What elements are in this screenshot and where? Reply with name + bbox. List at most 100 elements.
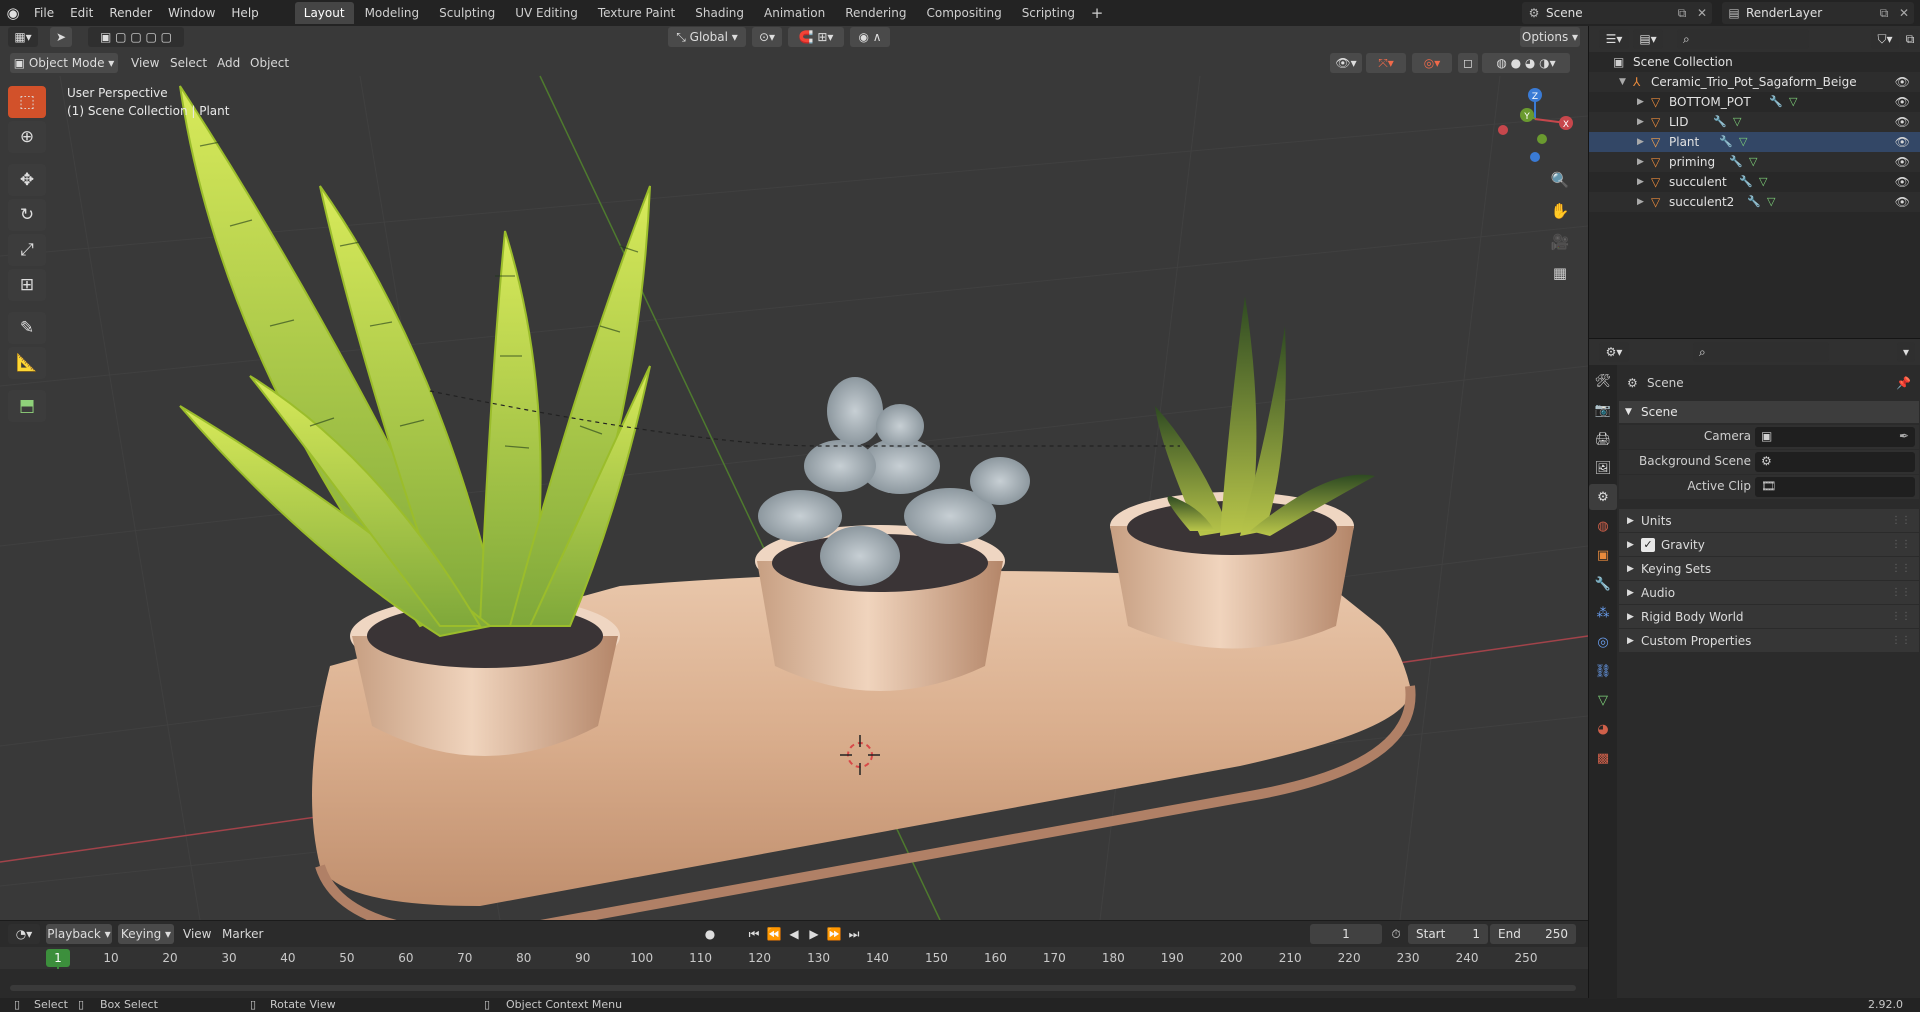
world-tab-icon[interactable]: ◍ <box>1589 513 1617 539</box>
tool-tab-icon[interactable]: 🛠 <box>1589 368 1617 394</box>
modifier-wrench-icon[interactable]: 🔧 <box>1769 92 1783 112</box>
outliner-row-object[interactable]: ▶ ▽ succulent 🔧 ▽ 👁 <box>1589 172 1920 192</box>
eye-icon[interactable]: 👁 <box>1895 172 1910 192</box>
rotate-tool-icon[interactable]: ↻ <box>8 199 46 231</box>
modifier-tab-icon[interactable]: 🔧 <box>1589 571 1617 597</box>
scale-tool-icon[interactable]: ⤢ <box>8 234 46 266</box>
new-view-layer-icon[interactable]: ⧉ <box>1874 6 1894 21</box>
texture-tab-icon[interactable]: ▩ <box>1589 745 1617 771</box>
eye-icon[interactable]: 👁 <box>1895 112 1910 132</box>
menu-file[interactable]: File <box>26 0 62 26</box>
perspective-toggle-icon[interactable]: ▦ <box>1546 259 1574 287</box>
outliner-row-object[interactable]: ▶ ▽ succulent2 🔧 ▽ 👁 <box>1589 192 1920 212</box>
menu-help[interactable]: Help <box>223 0 266 26</box>
output-tab-icon[interactable]: 🖨 <box>1589 426 1617 452</box>
expand-right-icon[interactable]: ▶ <box>1637 192 1644 212</box>
select-box-tool-icon[interactable]: ⬚ <box>8 86 46 118</box>
display-mode-icon[interactable]: ▤▾ <box>1633 29 1663 49</box>
record-icon[interactable]: ● <box>700 924 720 944</box>
drag-handle-icon[interactable]: ⋮⋮ <box>1891 533 1911 557</box>
mesh-data-icon[interactable]: ▽ <box>1733 112 1741 132</box>
tab-uv-editing[interactable]: UV Editing <box>506 2 587 24</box>
prev-keyframe-icon[interactable]: ⏪ <box>764 924 784 944</box>
drag-handle-icon[interactable]: ⋮⋮ <box>1891 581 1911 605</box>
gizmo-toggle-icon[interactable]: ⤧▾ <box>1366 53 1406 73</box>
properties-search-input[interactable]: ⌕ <box>1693 342 1829 362</box>
outliner-editor-type-icon[interactable]: ☰▾ <box>1599 29 1629 49</box>
visibility-icon[interactable]: 👁▾ <box>1330 53 1362 73</box>
drag-handle-icon[interactable]: ⋮⋮ <box>1891 557 1911 581</box>
mode-dropdown[interactable]: ▣ Object Mode ▾ <box>10 53 118 73</box>
scene-tab-icon[interactable]: ⚙ <box>1589 484 1617 510</box>
menu-edit[interactable]: Edit <box>62 0 101 26</box>
custom-properties-subpanel[interactable]: ▶ Custom Properties ⋮⋮ <box>1619 629 1919 653</box>
tab-sculpting[interactable]: Sculpting <box>430 2 504 24</box>
proportional-editing-icon[interactable]: ◉ ∧ <box>850 27 890 47</box>
gravity-checkbox[interactable]: ✓ <box>1641 538 1655 552</box>
preview-range-icon[interactable]: ⏱ <box>1386 924 1406 944</box>
mesh-data-icon[interactable]: ▽ <box>1749 152 1757 172</box>
move-tool-icon[interactable]: ✥ <box>8 164 46 196</box>
audio-subpanel[interactable]: ▶ Audio ⋮⋮ <box>1619 581 1919 605</box>
background-scene-field[interactable]: ⚙ <box>1755 452 1915 472</box>
active-clip-field[interactable]: 🎞 <box>1755 477 1915 497</box>
render-tab-icon[interactable]: 📷 <box>1589 397 1617 423</box>
camera-view-icon[interactable]: 🎥 <box>1546 228 1574 256</box>
editor-type-icon[interactable]: ▦▾ <box>8 27 38 47</box>
shading-mode-icons[interactable]: ◍ ● ◕ ◑▾ <box>1482 53 1570 73</box>
modifier-wrench-icon[interactable]: 🔧 <box>1729 152 1743 172</box>
pan-hand-icon[interactable]: ✋ <box>1546 197 1574 225</box>
end-frame-field[interactable]: End 250 <box>1490 924 1576 944</box>
constraints-tab-icon[interactable]: ⛓ <box>1589 658 1617 684</box>
expand-right-icon[interactable]: ▶ <box>1637 152 1644 172</box>
outliner-row-object[interactable]: ▶ ▽ LID 🔧 ▽ 👁 <box>1589 112 1920 132</box>
start-frame-field[interactable]: Start 1 <box>1408 924 1488 944</box>
current-frame-marker[interactable]: 1 <box>46 949 70 967</box>
annotate-tool-icon[interactable]: ✎ <box>8 312 46 344</box>
drag-handle-icon[interactable]: ⋮⋮ <box>1891 509 1911 533</box>
eye-icon[interactable]: 👁 <box>1895 152 1910 172</box>
menu-window[interactable]: Window <box>160 0 223 26</box>
expand-right-icon[interactable]: ▶ <box>1637 132 1644 152</box>
options-dropdown[interactable]: Options ▾ <box>1520 27 1580 47</box>
menu-add[interactable]: Add <box>217 53 240 73</box>
modifier-wrench-icon[interactable]: 🔧 <box>1739 172 1753 192</box>
tab-animation[interactable]: Animation <box>755 2 834 24</box>
eyedropper-icon[interactable]: ✒ <box>1899 429 1909 443</box>
filter-icon[interactable]: ⛉▾ <box>1871 29 1899 49</box>
properties-editor-type-icon[interactable]: ⚙▾ <box>1599 342 1629 362</box>
expand-right-icon[interactable]: ▶ <box>1637 172 1644 192</box>
expand-down-icon[interactable]: ▼ <box>1619 72 1626 92</box>
menu-object[interactable]: Object <box>250 53 289 73</box>
object-tab-icon[interactable]: ▣ <box>1589 542 1617 568</box>
modifier-wrench-icon[interactable]: 🔧 <box>1747 192 1761 212</box>
mesh-data-icon[interactable]: ▽ <box>1759 172 1767 192</box>
3d-viewport[interactable]: Z X Y ▦▾ ➤ ▣ ▢ ▢ ▢ ▢ ⤡ Global ▾ ⊙▾ 🧲 ⊞▾ … <box>0 26 1588 920</box>
tab-layout[interactable]: Layout <box>294 2 354 24</box>
selection-mode-icons[interactable]: ▣ ▢ ▢ ▢ ▢ <box>88 27 184 47</box>
next-keyframe-icon[interactable]: ⏩ <box>824 924 844 944</box>
tab-shading[interactable]: Shading <box>686 2 753 24</box>
modifier-wrench-icon[interactable]: 🔧 <box>1713 112 1727 132</box>
timeline-body[interactable] <box>0 969 1588 999</box>
tab-rendering[interactable]: Rendering <box>836 2 915 24</box>
material-tab-icon[interactable]: ◕ <box>1589 716 1617 742</box>
select-tool-icon[interactable]: ➤ <box>50 27 72 47</box>
new-scene-icon[interactable]: ⧉ <box>1672 6 1692 21</box>
playback-dropdown[interactable]: Playback ▾ <box>46 924 112 944</box>
snapping-icon[interactable]: 🧲 ⊞▾ <box>788 27 844 47</box>
scene-panel-header[interactable]: ▼ Scene <box>1619 401 1919 423</box>
drag-handle-icon[interactable]: ⋮⋮ <box>1891 605 1911 629</box>
play-icon[interactable]: ▶ <box>804 924 824 944</box>
units-subpanel[interactable]: ▶ Units ⋮⋮ <box>1619 509 1919 533</box>
scene-selector[interactable]: ⚙ Scene ⧉ ✕ <box>1522 2 1712 24</box>
eye-icon[interactable]: 👁 <box>1895 192 1910 212</box>
timeline-scrollbar[interactable] <box>10 985 1576 991</box>
particles-tab-icon[interactable]: ⁂ <box>1589 600 1617 626</box>
properties-options-icon[interactable]: ▾ <box>1897 342 1915 362</box>
menu-render[interactable]: Render <box>101 0 160 26</box>
timeline-menu-view[interactable]: View <box>183 924 211 944</box>
rigid-body-world-subpanel[interactable]: ▶ Rigid Body World ⋮⋮ <box>1619 605 1919 629</box>
zoom-icon[interactable]: 🔍 <box>1546 166 1574 194</box>
outliner-row-object[interactable]: ▶ ▽ priming 🔧 ▽ 👁 <box>1589 152 1920 172</box>
